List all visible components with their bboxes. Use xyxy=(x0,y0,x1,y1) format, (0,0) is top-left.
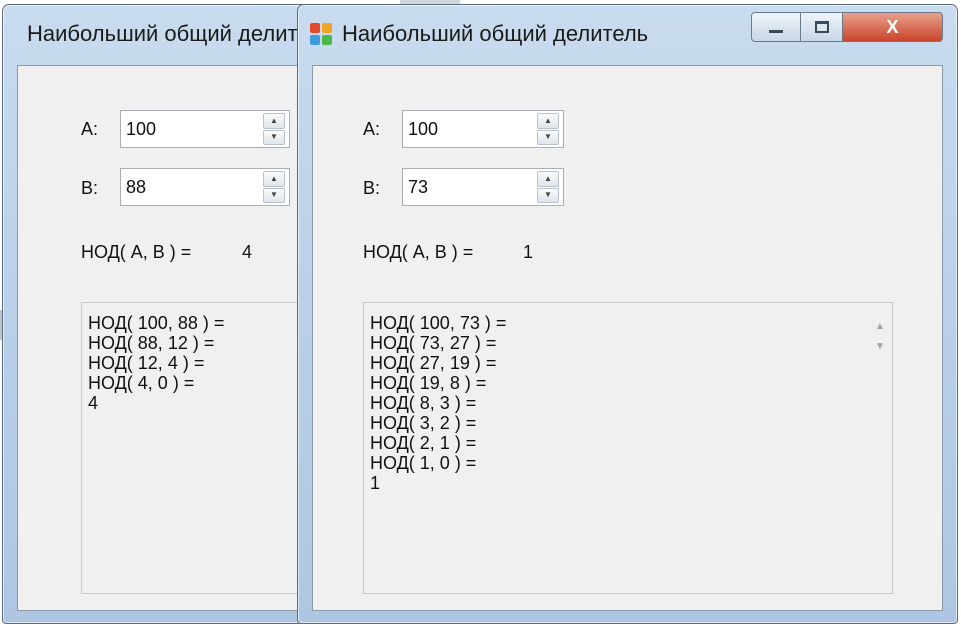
result-value: 1 xyxy=(523,242,534,262)
log-line: 1 xyxy=(370,473,381,493)
b-label: B: xyxy=(81,178,99,198)
gcd-window-back[interactable]: Наибольший общий делитель A: 100 ▲ ▼ B: … xyxy=(2,4,332,624)
b-spinner[interactable]: ▲ ▼ xyxy=(263,171,285,203)
spin-up-icon[interactable]: ▲ xyxy=(263,113,285,129)
spin-down-icon[interactable]: ▼ xyxy=(537,129,559,145)
log-line: НОД( 100, 73 ) = xyxy=(370,313,507,333)
log-line: НОД( 3, 2 ) = xyxy=(370,413,477,433)
log-line: НОД( 100, 88 ) = xyxy=(88,313,225,333)
log-box[interactable]: НОД( 100, 88 ) = НОД( 88, 12 ) = НОД( 12… xyxy=(81,302,331,594)
log-box[interactable]: НОД( 100, 73 ) = НОД( 73, 27 ) = НОД( 27… xyxy=(363,302,893,594)
b-spinner[interactable]: ▲ ▼ xyxy=(537,171,559,203)
spin-down-icon[interactable]: ▼ xyxy=(263,129,285,145)
app-icon xyxy=(310,23,332,45)
log-line: НОД( 8, 3 ) = xyxy=(370,393,477,413)
a-numeric-input[interactable]: 100 ▲ ▼ xyxy=(402,110,564,148)
b-label: B: xyxy=(363,178,381,198)
log-line: НОД( 4, 0 ) = xyxy=(88,373,195,393)
scroll-up-icon[interactable]: ▲ xyxy=(875,317,885,337)
a-value[interactable]: 100 xyxy=(121,119,263,140)
b-numeric-input[interactable]: 73 ▲ ▼ xyxy=(402,168,564,206)
log-line: НОД( 12, 4 ) = xyxy=(88,353,205,373)
result-label: НОД( A, B ) = xyxy=(81,242,192,262)
window-title: Наибольший общий делитель xyxy=(342,21,649,46)
client-area: A: 100 ▲ ▼ B: 73 ▲ ▼ НОД( A, B ) = 1 НОД… xyxy=(312,65,943,611)
b-numeric-input[interactable]: 88 ▲ ▼ xyxy=(120,168,290,206)
spin-up-icon[interactable]: ▲ xyxy=(537,171,559,187)
log-line: НОД( 88, 12 ) = xyxy=(88,333,215,353)
log-line: НОД( 1, 0 ) = xyxy=(370,453,477,473)
spin-down-icon[interactable]: ▼ xyxy=(537,187,559,203)
a-label: A: xyxy=(363,119,381,139)
a-spinner[interactable]: ▲ ▼ xyxy=(537,113,559,145)
title-bar[interactable]: Наибольший общий делитель xyxy=(3,5,331,61)
gcd-window-front[interactable]: Наибольший общий делитель X A: 100 ▲ ▼ B… xyxy=(297,4,958,624)
a-value[interactable]: 100 xyxy=(403,119,537,140)
log-line: НОД( 2, 1 ) = xyxy=(370,433,477,453)
client-area: A: 100 ▲ ▼ B: 88 ▲ ▼ НОД( A, B ) = 4 НОД… xyxy=(17,65,331,611)
maximize-icon xyxy=(814,21,829,33)
scroll-down-icon[interactable]: ▼ xyxy=(875,337,885,357)
log-line: НОД( 73, 27 ) = xyxy=(370,333,497,353)
log-line: 4 xyxy=(88,393,99,413)
log-scrollbar[interactable]: ▲ ▼ xyxy=(872,317,888,352)
a-spinner[interactable]: ▲ ▼ xyxy=(263,113,285,145)
minimize-button[interactable] xyxy=(751,12,801,42)
result-label: НОД( A, B ) = xyxy=(363,242,474,262)
b-value[interactable]: 73 xyxy=(403,177,537,198)
app-icon xyxy=(15,23,17,45)
log-line: НОД( 19, 8 ) = xyxy=(370,373,487,393)
maximize-button[interactable] xyxy=(801,12,843,42)
log-line: НОД( 27, 19 ) = xyxy=(370,353,497,373)
minimize-icon xyxy=(769,29,783,33)
b-value[interactable]: 88 xyxy=(121,177,263,198)
a-numeric-input[interactable]: 100 ▲ ▼ xyxy=(120,110,290,148)
a-label: A: xyxy=(81,119,99,139)
window-title: Наибольший общий делитель xyxy=(27,21,332,46)
spin-up-icon[interactable]: ▲ xyxy=(263,171,285,187)
close-icon: X xyxy=(886,16,899,37)
spin-down-icon[interactable]: ▼ xyxy=(263,187,285,203)
close-button[interactable]: X xyxy=(843,12,943,42)
spin-up-icon[interactable]: ▲ xyxy=(537,113,559,129)
result-value: 4 xyxy=(242,242,253,262)
